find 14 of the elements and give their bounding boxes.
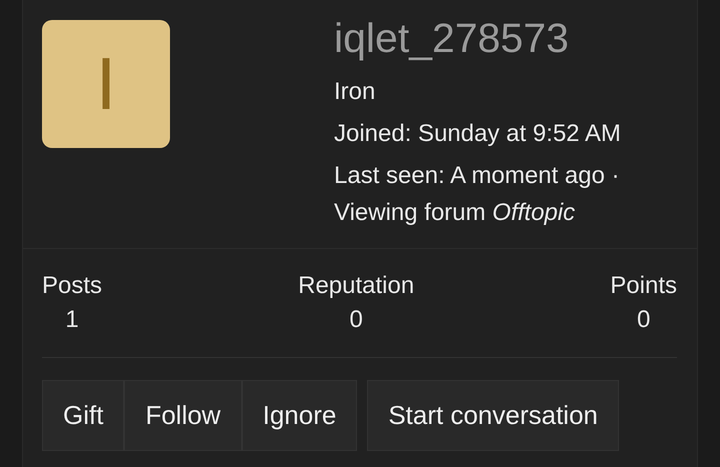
action-button[interactable]: Ignore	[242, 380, 358, 451]
stat-value: 0	[349, 305, 363, 335]
username: iqlet_278573	[334, 18, 570, 59]
stat-value: 0	[636, 305, 650, 335]
last-seen-text: Last seen: A moment ago · Viewing forum Offtopic	[334, 161, 621, 228]
stat-value: 1	[65, 305, 79, 335]
joined-date: Joined: Sunday at 9:52 AM	[334, 119, 622, 149]
action-button[interactable]: Start conversation	[367, 380, 619, 451]
user-title: Iron	[334, 77, 376, 107]
stat-label: Reputation	[298, 271, 414, 301]
stat-label: Posts	[42, 271, 102, 301]
action-button[interactable]: Follow	[124, 380, 242, 451]
stat-label: Points	[610, 271, 677, 301]
action-button[interactable]: Gift	[42, 380, 124, 451]
